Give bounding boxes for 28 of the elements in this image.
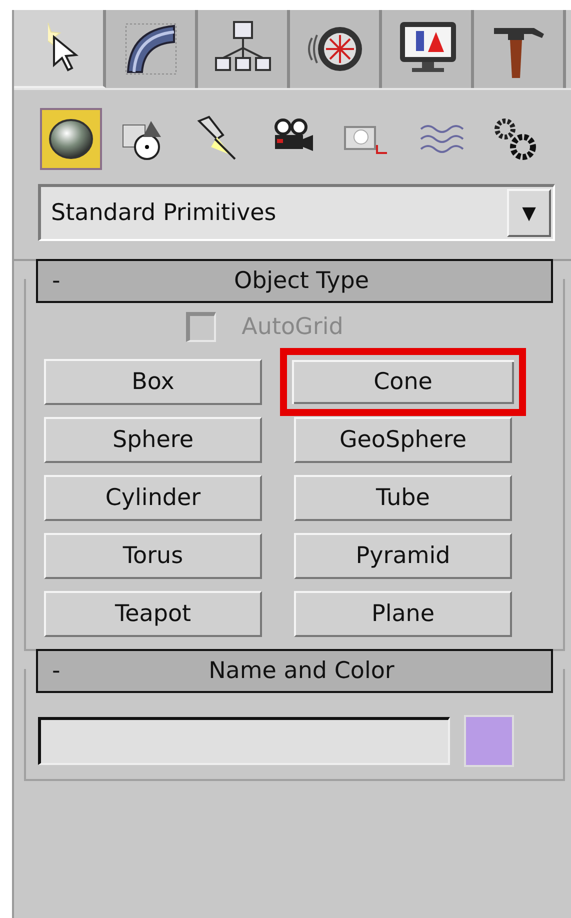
command-tab[interactable] xyxy=(14,10,106,88)
command-tab[interactable] xyxy=(290,10,382,88)
primitive-button[interactable]: Pyramid xyxy=(294,533,512,579)
command-tab[interactable] xyxy=(106,10,198,88)
rollout-title: Object Type xyxy=(232,268,370,294)
primitive-button[interactable]: Cone xyxy=(280,348,526,416)
rollout-title: Name and Color xyxy=(208,658,396,684)
autogrid-label: AutoGrid xyxy=(242,314,344,340)
rollout-header[interactable]: - Object Type xyxy=(36,259,553,303)
primitive-button[interactable]: Box xyxy=(44,359,262,405)
command-tab[interactable] xyxy=(382,10,474,88)
primitive-button[interactable]: Plane xyxy=(294,591,512,637)
command-tab[interactable] xyxy=(198,10,290,88)
primitive-button[interactable]: Tube xyxy=(294,475,512,521)
primitive-button[interactable]: Cylinder xyxy=(44,475,262,521)
collapse-toggle[interactable]: - xyxy=(38,268,112,294)
color-swatch[interactable] xyxy=(464,715,514,767)
primitive-button[interactable]: Sphere xyxy=(44,417,262,463)
primitive-button[interactable]: GeoSphere xyxy=(294,417,512,463)
collapse-toggle[interactable]: - xyxy=(38,658,112,684)
rollout-header[interactable]: - Name and Color xyxy=(36,649,553,693)
category-button[interactable] xyxy=(40,108,102,170)
dropdown-arrow-button[interactable]: ▼ xyxy=(507,189,551,237)
command-tab[interactable] xyxy=(474,10,566,88)
name-field[interactable] xyxy=(38,717,450,765)
type-dropdown[interactable]: Standard Primitives ▼ xyxy=(38,184,555,241)
primitive-button[interactable]: Torus xyxy=(44,533,262,579)
primitive-button[interactable]: Teapot xyxy=(44,591,262,637)
